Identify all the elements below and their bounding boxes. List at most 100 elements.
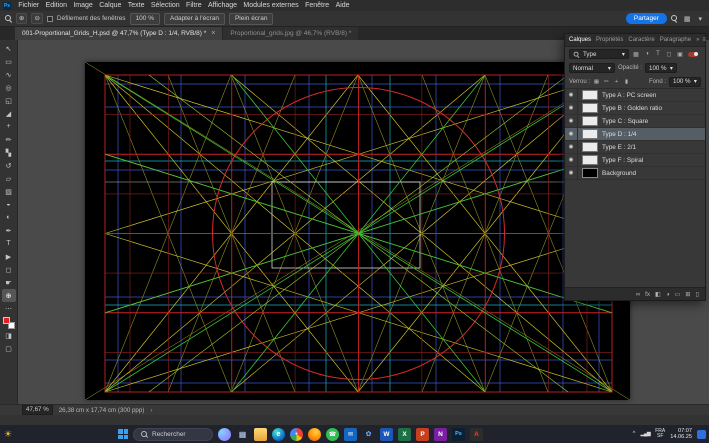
zoom-tool[interactable]: ⊕	[2, 289, 16, 302]
zoom-out-button[interactable]: ⊖	[31, 13, 42, 24]
filter-pixel-layers-icon[interactable]: ▦	[632, 51, 640, 58]
layer-row-type-e[interactable]: ◉ Type E : 2/1	[565, 141, 705, 154]
filter-shape-layers-icon[interactable]: ◻	[665, 51, 673, 58]
hand-tool[interactable]: ☛	[2, 276, 16, 289]
lock-position-icon[interactable]: +	[613, 79, 620, 85]
filter-type-layers-icon[interactable]: T	[654, 51, 662, 57]
layer-mask-icon[interactable]: ◧	[655, 291, 661, 298]
layer-thumbnail[interactable]	[582, 155, 598, 165]
excel-icon[interactable]: X	[398, 428, 411, 441]
layer-row-type-c[interactable]: ◉ Type C : Square	[565, 115, 705, 128]
edge-icon[interactable]: e	[272, 428, 285, 441]
visibility-eye-icon[interactable]: ◉	[565, 89, 578, 102]
more-tools-button[interactable]: ⋯	[2, 302, 16, 315]
onenote-icon[interactable]: N	[434, 428, 447, 441]
wifi-icon[interactable]: ▂▄▆	[640, 431, 650, 437]
tab-active-document[interactable]: 001-Proportional_Grids_H.psd @ 47,7% (Ty…	[15, 27, 222, 40]
notifications-badge[interactable]	[697, 430, 706, 439]
layer-row-type-d-selected[interactable]: ◉ Type D : 1/4	[565, 128, 705, 141]
search-icon[interactable]	[671, 15, 678, 22]
task-view-icon[interactable]: ▦	[236, 428, 249, 441]
new-layer-icon[interactable]: ⊞	[685, 291, 690, 298]
copilot-icon[interactable]	[218, 428, 231, 441]
fill-select[interactable]: 100 % ▾	[669, 77, 701, 87]
path-selection-tool[interactable]: ▶	[2, 250, 16, 263]
zoom-in-button[interactable]: ⊕	[16, 13, 27, 24]
language-indicator[interactable]: FRA SF	[655, 429, 665, 440]
delete-layer-icon[interactable]: ▯	[696, 291, 699, 298]
lock-all-icon[interactable]: ▮	[623, 79, 630, 85]
tab-calques[interactable]: Calques	[569, 37, 591, 43]
visibility-eye-icon[interactable]: ◉	[565, 128, 578, 141]
menu-fenetre[interactable]: Fenêtre	[302, 0, 333, 11]
menu-fichier[interactable]: Fichier	[15, 0, 42, 11]
pen-tool[interactable]: ✒	[2, 224, 16, 237]
visibility-eye-icon[interactable]: ◉	[565, 141, 578, 154]
crop-tool[interactable]: ◱	[2, 94, 16, 107]
menu-selection[interactable]: Sélection	[148, 0, 183, 11]
chrome-icon[interactable]: ●	[290, 428, 303, 441]
collapse-panel-icon[interactable]: »	[696, 37, 699, 43]
layer-thumbnail[interactable]	[582, 168, 598, 178]
outlook-icon[interactable]: ✉	[344, 428, 357, 441]
photoshop-taskbar-icon[interactable]: Ps	[452, 428, 465, 441]
close-icon[interactable]: ×	[211, 30, 215, 37]
layer-thumbnail[interactable]	[582, 90, 598, 100]
menu-edition[interactable]: Edition	[42, 0, 70, 11]
visibility-eye-icon[interactable]: ◉	[565, 167, 578, 180]
photos-icon[interactable]: ✿	[362, 428, 375, 441]
layer-thumbnail[interactable]	[582, 129, 598, 139]
weather-widget[interactable]: ☀	[4, 428, 12, 440]
lock-pixels-icon[interactable]: ✏	[603, 79, 610, 85]
screen-mode-button[interactable]: ▢	[2, 342, 16, 355]
foreground-color-swatch[interactable]	[3, 317, 10, 324]
color-swatches[interactable]	[3, 317, 15, 329]
filter-smart-objects-icon[interactable]: ▣	[676, 51, 684, 58]
clone-stamp-tool[interactable]: ▚	[2, 146, 16, 159]
visibility-eye-icon[interactable]: ◉	[565, 154, 578, 167]
layer-group-icon[interactable]: ▭	[675, 291, 681, 298]
lock-transparency-icon[interactable]: ▦	[593, 79, 600, 85]
fill-screen-button[interactable]: Plein écran	[229, 13, 274, 25]
status-zoom-field[interactable]: 47,67 %	[22, 405, 53, 415]
link-layers-icon[interactable]: ∞	[636, 291, 640, 298]
history-brush-tool[interactable]: ↺	[2, 159, 16, 172]
whatsapp-icon[interactable]: ☎	[326, 428, 339, 441]
visibility-eye-icon[interactable]: ◉	[565, 115, 578, 128]
tab-inactive-document[interactable]: Proportional_grids.jpg @ 46,7% (RVB/8) *	[222, 27, 358, 40]
menu-modules-externes[interactable]: Modules externes	[240, 0, 302, 11]
powerpoint-icon[interactable]: P	[416, 428, 429, 441]
scroll-all-windows-checkbox[interactable]	[47, 16, 53, 22]
tab-proprietes[interactable]: Propriétés	[596, 37, 623, 43]
gradient-tool[interactable]: ▨	[2, 185, 16, 198]
zoom-100-button[interactable]: 100 %	[130, 13, 160, 25]
file-explorer-icon[interactable]	[254, 428, 267, 441]
panel-menu-icon[interactable]: ≡	[702, 37, 706, 43]
document-canvas[interactable]	[85, 62, 630, 400]
layer-row-type-f[interactable]: ◉ Type F : Spiral	[565, 154, 705, 167]
layer-filter-toggle[interactable]	[688, 52, 698, 57]
eraser-tool[interactable]: ▱	[2, 172, 16, 185]
word-icon[interactable]: W	[380, 428, 393, 441]
blend-mode-select[interactable]: Normal ▾	[569, 63, 615, 73]
move-tool[interactable]: ↖	[2, 42, 16, 55]
layer-row-background[interactable]: ◉ Background	[565, 167, 705, 180]
lasso-tool[interactable]: ∿	[2, 68, 16, 81]
layer-effects-icon[interactable]: fx	[645, 291, 650, 298]
tab-caractere[interactable]: Caractère	[628, 37, 654, 43]
chevron-down-icon[interactable]: ▾	[696, 15, 704, 23]
type-tool[interactable]: T	[2, 237, 16, 250]
taskbar-search[interactable]: Rechercher	[133, 428, 213, 441]
tab-paragraphe[interactable]: Paragraphe	[660, 37, 691, 43]
workspace-icon[interactable]: ▦	[682, 15, 693, 23]
marquee-tool[interactable]: ▭	[2, 55, 16, 68]
layer-thumbnail[interactable]	[582, 103, 598, 113]
start-button[interactable]	[118, 429, 128, 439]
menu-affichage[interactable]: Affichage	[205, 0, 240, 11]
quick-selection-tool[interactable]: ◎	[2, 81, 16, 94]
tray-chevron-icon[interactable]: ^	[633, 431, 636, 437]
opacity-select[interactable]: 100 % ▾	[645, 63, 677, 73]
dodge-tool[interactable]: ◐	[2, 211, 16, 224]
status-menu-arrow[interactable]: ›	[150, 407, 152, 414]
layer-thumbnail[interactable]	[582, 142, 598, 152]
